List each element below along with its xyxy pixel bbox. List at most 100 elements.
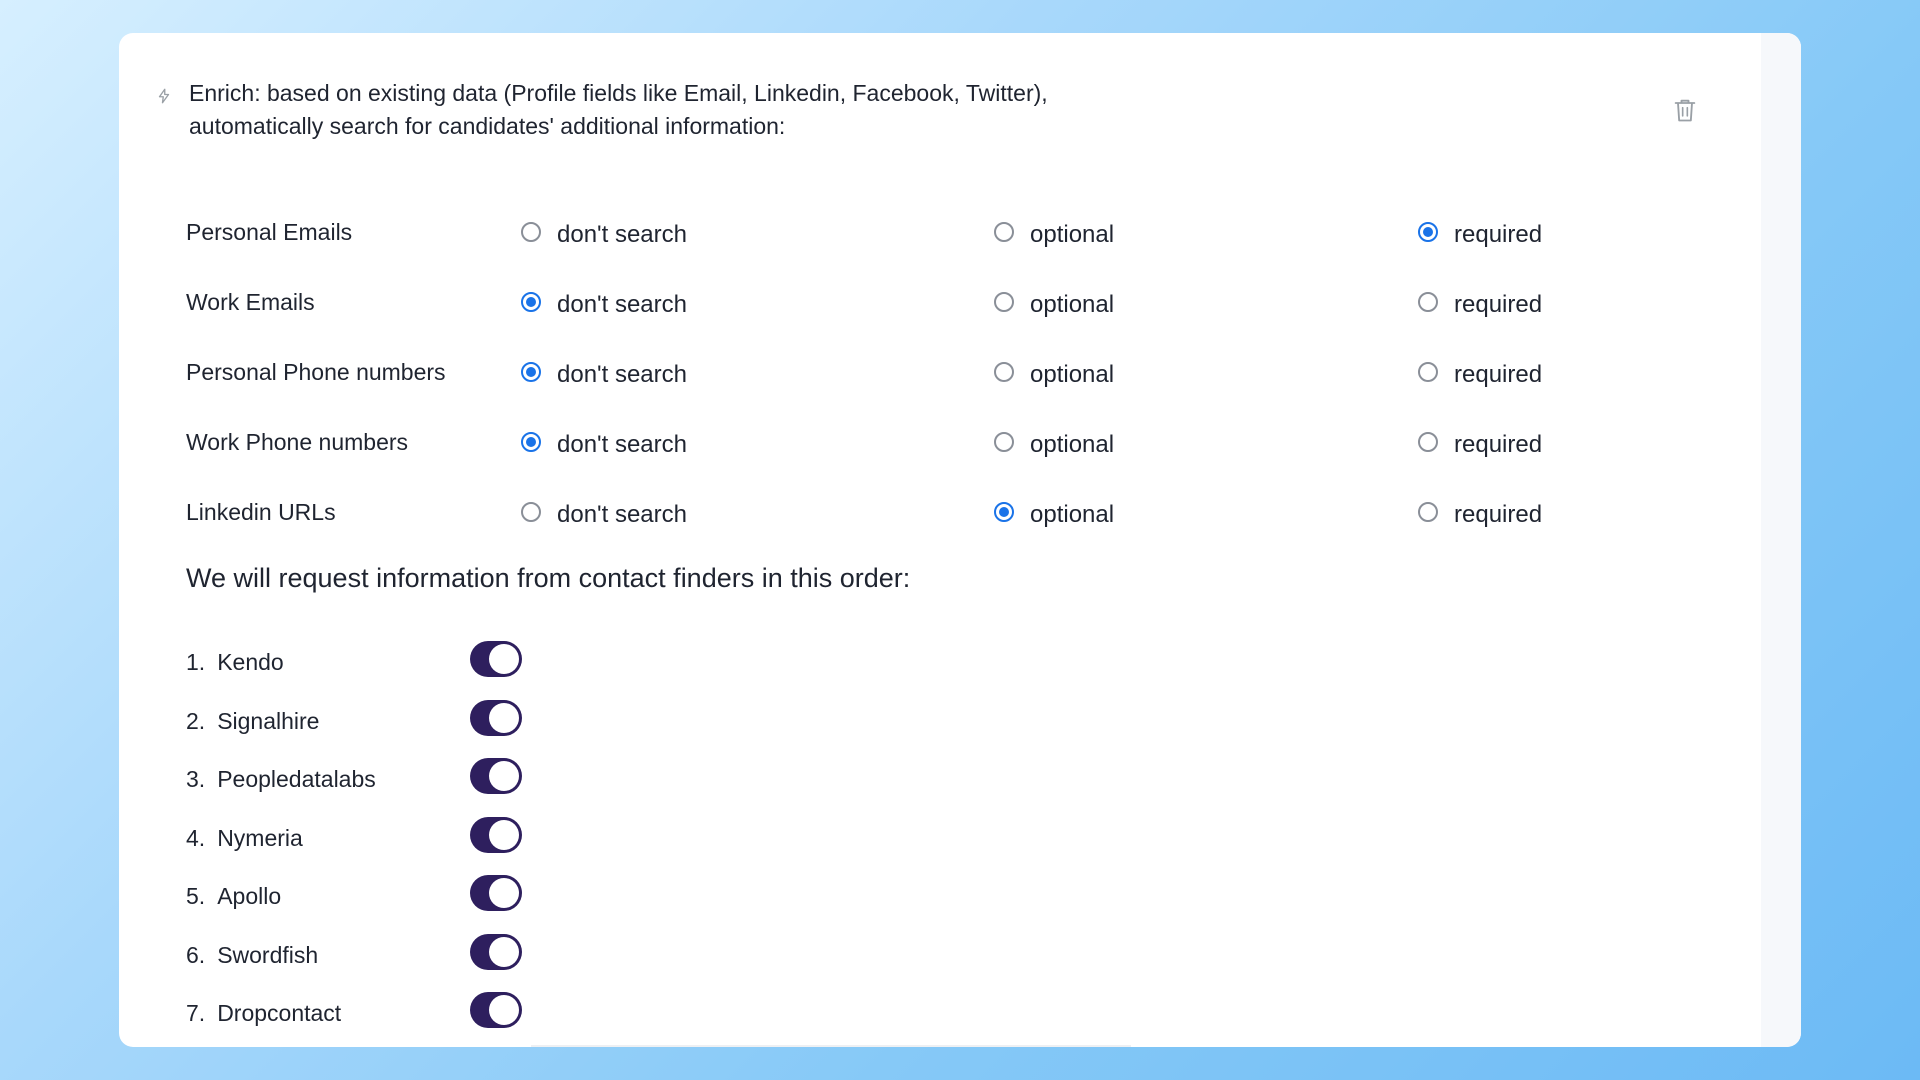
field-option[interactable]: optional: [994, 499, 1115, 528]
field-row: Personal Phone numbers don't search option…: [186, 351, 1686, 421]
finder-number: 1.: [186, 649, 206, 675]
field-label: Work Phone numbers: [186, 429, 409, 455]
finder-label: 2. Signalhire: [186, 708, 319, 735]
finder-label: 6. Swordfish: [186, 942, 318, 969]
radio-button[interactable]: [521, 502, 541, 522]
bottom-divider: [531, 1045, 1131, 1047]
enrich-card: Enrich: based on existing data (Profile …: [119, 33, 1801, 1047]
finder-number: 3.: [186, 766, 206, 792]
enrich-description-line-2: automatically search for candidates' add…: [189, 113, 786, 139]
finder-number: 2.: [186, 707, 206, 734]
finder-name: Signalhire: [217, 707, 320, 734]
option-label: don't search: [557, 361, 687, 388]
field-option[interactable]: don't search: [521, 429, 687, 458]
option-label: required: [1454, 221, 1543, 248]
radio-button[interactable]: [1418, 292, 1438, 312]
radio-button[interactable]: [994, 292, 1014, 312]
radio-button[interactable]: [994, 222, 1014, 242]
card-side-rail: [1761, 33, 1801, 1047]
option-label: optional: [1030, 501, 1115, 528]
radio-button[interactable]: [994, 432, 1014, 452]
field-option[interactable]: required: [1418, 219, 1543, 248]
finder-name: Swordfish: [217, 941, 319, 968]
finder-row: 7. Dropcontact: [186, 992, 686, 1047]
radio-button[interactable]: [1418, 502, 1438, 522]
radio-button[interactable]: [1418, 222, 1438, 242]
field-option[interactable]: optional: [994, 429, 1115, 458]
finder-row: 3. Peopledatalabs: [186, 758, 686, 817]
finder-name: Nymeria: [217, 824, 303, 851]
radio-button[interactable]: [521, 222, 541, 242]
finder-row: 6. Swordfish: [186, 933, 686, 993]
finder-number: 4.: [186, 824, 206, 851]
field-option[interactable]: don't search: [521, 289, 687, 318]
finder-name: Peopledatalabs: [217, 766, 376, 792]
finder-toggle[interactable]: [470, 992, 522, 1028]
field-option[interactable]: optional: [994, 219, 1115, 248]
option-label: don't search: [557, 221, 687, 248]
finder-row: 4. Nymeria: [186, 816, 686, 876]
toggle-knob: [489, 761, 519, 791]
finder-name: Apollo: [217, 883, 282, 909]
toggle-knob: [489, 644, 519, 674]
field-option[interactable]: don't search: [521, 359, 687, 388]
finder-label: 3. Peopledatalabs: [186, 766, 376, 793]
field-option[interactable]: optional: [994, 289, 1115, 318]
field-label: Work Emails: [186, 289, 315, 315]
field-option[interactable]: required: [1418, 289, 1543, 318]
bolt-icon: [158, 88, 170, 104]
finder-toggle[interactable]: [470, 933, 522, 970]
toggle-knob: [489, 878, 519, 908]
option-label: don't search: [557, 501, 687, 528]
contact-finders-list: 1. Kendo 2. Signalhire 3. Peopledatalabs 4. Nym…: [186, 641, 686, 1047]
finder-toggle[interactable]: [470, 816, 522, 853]
option-label: don't search: [557, 291, 687, 318]
field-option[interactable]: required: [1418, 499, 1542, 528]
radio-button[interactable]: [521, 292, 541, 312]
field-option[interactable]: optional: [994, 359, 1115, 388]
radio-button[interactable]: [521, 432, 541, 452]
field-option[interactable]: required: [1418, 429, 1543, 458]
finder-row: 2. Signalhire: [186, 699, 686, 759]
field-row: Personal Emails don't search optional requi…: [186, 211, 1686, 281]
field-row: Work Emails don't search optional required: [186, 281, 1686, 351]
field-row: Linkedin URLs don't search optional require…: [186, 491, 1686, 561]
finder-name: Kendo: [217, 649, 284, 675]
radio-button[interactable]: [1418, 362, 1438, 382]
finder-toggle[interactable]: [470, 758, 522, 794]
radio-button[interactable]: [521, 362, 541, 382]
finders-order-title: We will request information from contact…: [186, 563, 911, 593]
field-label: Personal Phone numbers: [186, 359, 446, 385]
radio-button[interactable]: [994, 362, 1014, 382]
field-option[interactable]: don't search: [521, 499, 687, 528]
trash-icon[interactable]: [1671, 95, 1699, 125]
radio-button[interactable]: [994, 502, 1014, 522]
option-label: required: [1454, 361, 1543, 388]
option-label: optional: [1030, 361, 1115, 388]
toggle-knob: [489, 702, 519, 733]
toggle-knob: [489, 995, 519, 1025]
option-label: required: [1454, 431, 1543, 458]
finder-label: 7. Dropcontact: [186, 1000, 341, 1027]
finder-number: 6.: [186, 941, 206, 968]
option-label: optional: [1030, 221, 1115, 248]
finder-toggle[interactable]: [470, 699, 522, 736]
finder-label: 5. Apollo: [186, 883, 281, 910]
radio-button[interactable]: [1418, 432, 1438, 452]
field-option[interactable]: required: [1418, 359, 1543, 388]
finder-row: 1. Kendo: [186, 641, 686, 700]
enrich-description-line-1: Enrich: based on existing data (Profile …: [189, 80, 1048, 106]
option-label: required: [1454, 291, 1543, 318]
finder-name: Dropcontact: [217, 1000, 342, 1026]
field-option[interactable]: don't search: [521, 219, 687, 248]
option-label: optional: [1030, 291, 1115, 318]
option-label: optional: [1030, 431, 1115, 458]
finder-label: 4. Nymeria: [186, 825, 303, 852]
field-label: Personal Emails: [186, 219, 353, 245]
finder-toggle[interactable]: [470, 875, 522, 911]
field-row: Work Phone numbers don't search optional re…: [186, 421, 1686, 491]
finder-number: 7.: [186, 1000, 206, 1026]
finder-toggle[interactable]: [470, 641, 522, 677]
field-label: Linkedin URLs: [186, 499, 336, 525]
toggle-knob: [489, 819, 519, 850]
